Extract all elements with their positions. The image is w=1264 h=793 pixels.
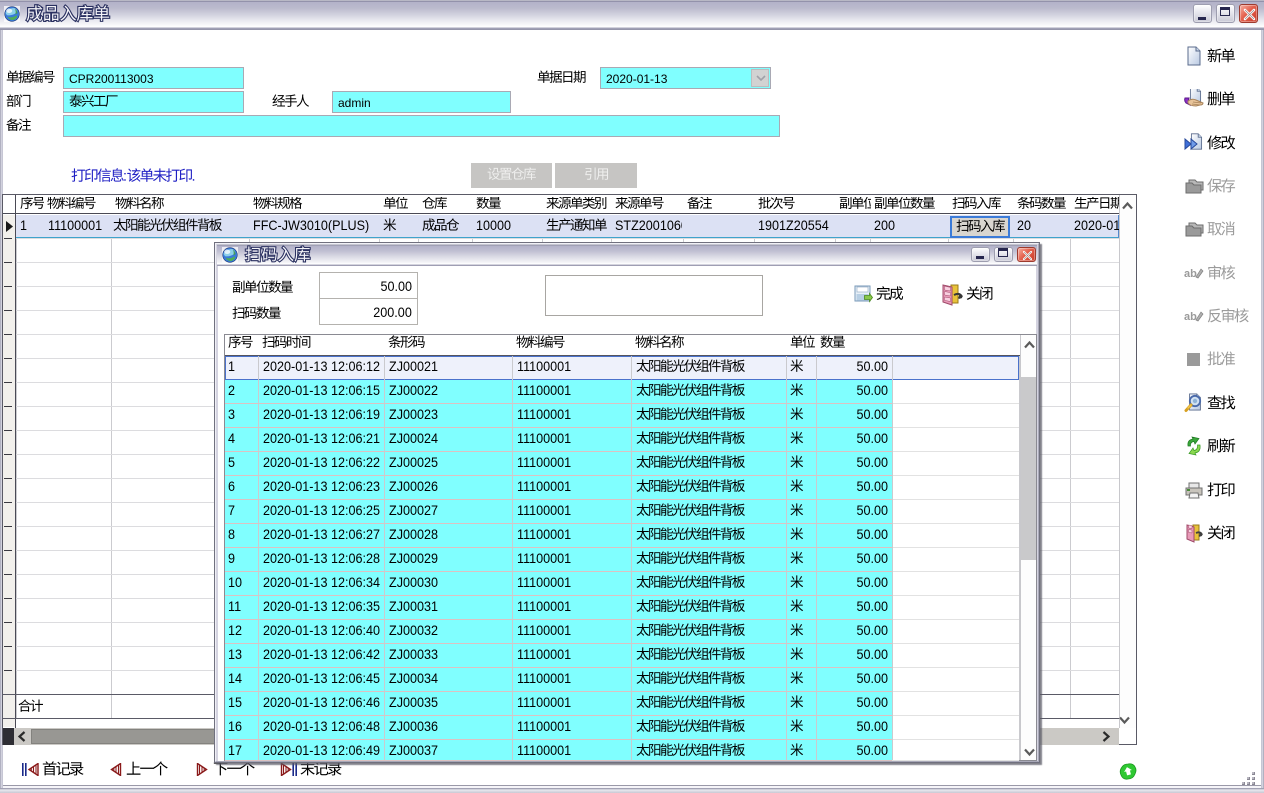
svg-text:ab: ab: [1184, 268, 1197, 280]
svg-text:ab: ab: [1184, 311, 1197, 323]
